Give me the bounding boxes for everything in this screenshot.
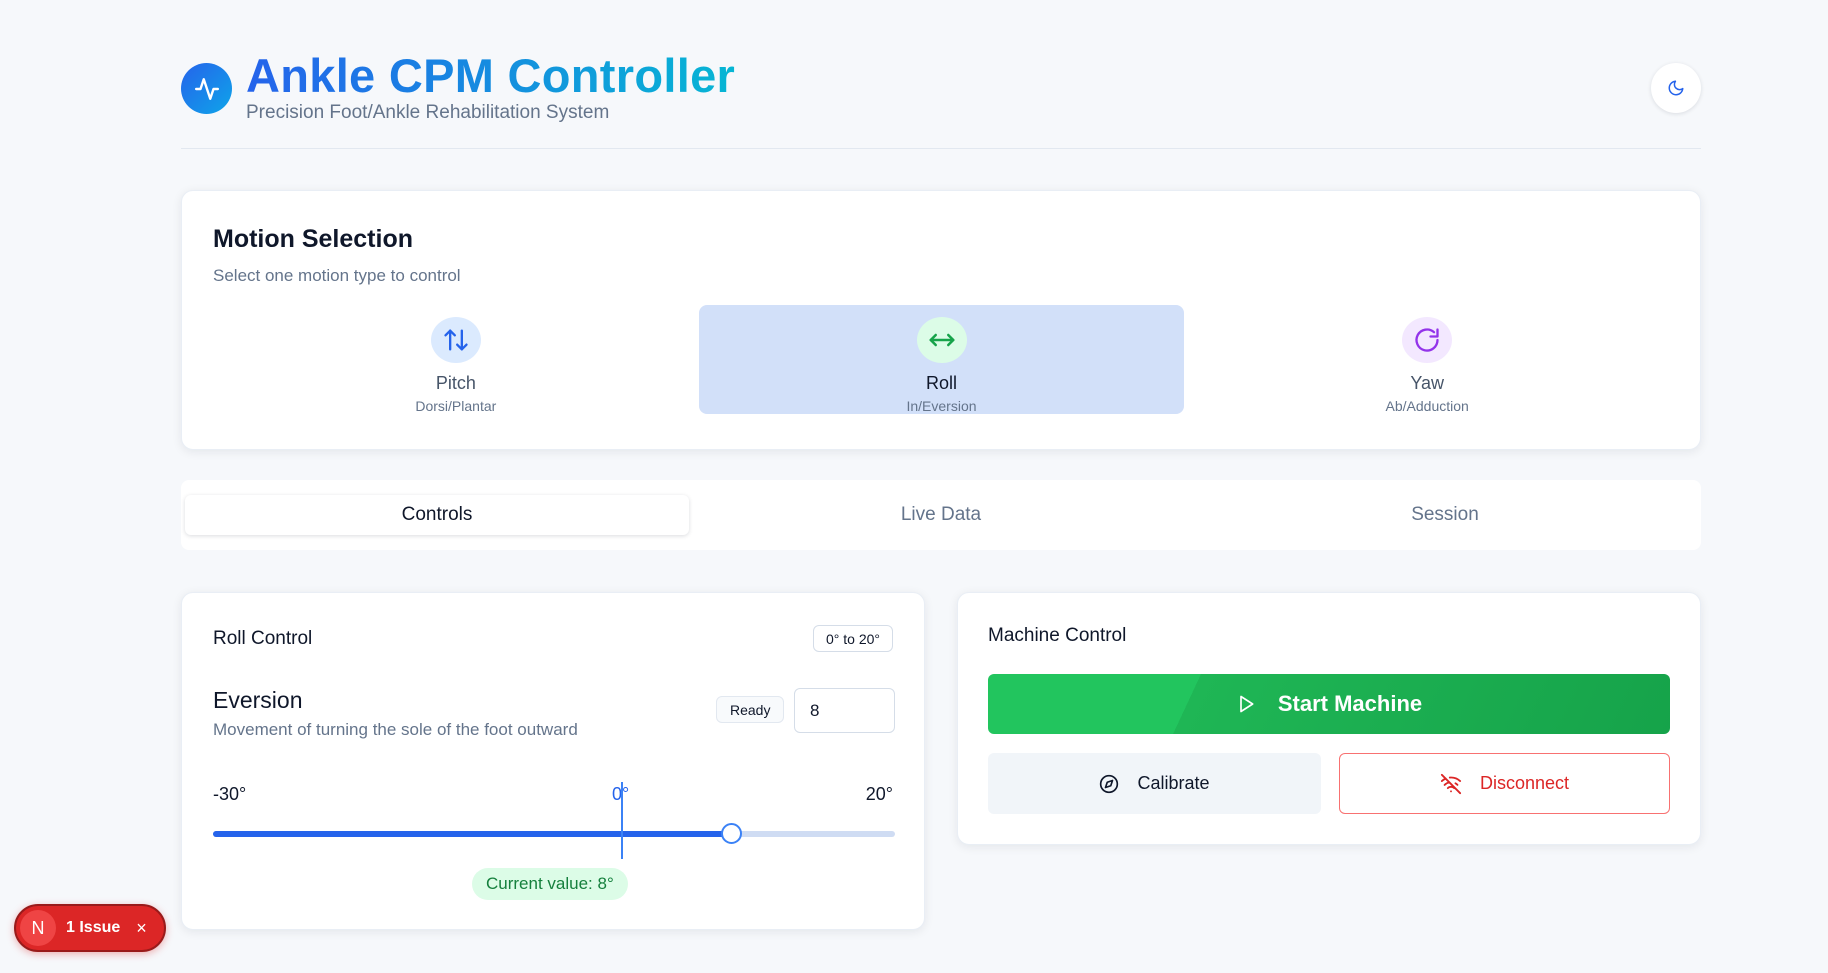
zero-marker-line (621, 782, 623, 859)
page-subtitle: Precision Foot/Ankle Rehabilitation Syst… (246, 102, 610, 123)
motion-option-sublabel: Dorsi/Plantar (415, 398, 497, 414)
motion-option-label: Yaw (1410, 373, 1445, 393)
motion-option-pitch[interactable]: Pitch Dorsi/Plantar (213, 305, 699, 414)
tab-session[interactable]: Session (1193, 495, 1697, 535)
roll-control-title: Roll Control (213, 628, 313, 649)
disconnect-button[interactable]: Disconnect (1339, 753, 1670, 814)
issue-count-button[interactable]: 1 Issue (66, 919, 120, 937)
angle-slider-thumb[interactable] (721, 823, 743, 844)
angle-slider-track[interactable] (213, 831, 895, 837)
current-value-badge: Current value: 8° (472, 868, 628, 900)
play-icon (1240, 695, 1254, 713)
status-badge: Ready (716, 696, 785, 723)
motion-selection-description: Select one motion type to control (213, 266, 461, 285)
machine-control-title: Machine Control (988, 625, 1127, 646)
roll-control-card: Roll Control 0° to 20° Eversion Movement… (181, 592, 925, 930)
machine-control-card: Machine Control Start Machine Calibrate … (957, 592, 1701, 845)
app-container: Ankle CPM Controller Precision Foot/Ankl… (181, 0, 1701, 930)
angle-slider-fill (213, 831, 732, 837)
compass-icon (1100, 774, 1119, 793)
activity-icon (181, 63, 232, 114)
tab-controls[interactable]: Controls (185, 495, 689, 535)
close-icon[interactable]: × (136, 918, 147, 939)
wifi-off-icon (1440, 773, 1462, 794)
motion-name: Eversion (213, 687, 303, 713)
moon-icon (1668, 80, 1684, 96)
motion-option-label: Pitch (435, 373, 476, 393)
start-machine-label: Start Machine (1277, 691, 1423, 716)
page-title: Ankle CPM Controller (246, 49, 736, 102)
calibrate-label: Calibrate (1137, 773, 1210, 793)
slider-min-label: -30° (213, 784, 247, 804)
motion-description: Movement of turning the sole of the foot… (213, 720, 578, 739)
rotate-cw-icon (1402, 317, 1453, 363)
issue-indicator: N 1 Issue × (14, 904, 166, 952)
motion-option-group: Pitch Dorsi/Plantar Roll In/Eversion Yaw… (213, 299, 1670, 420)
range-badge: 0° to 20° (812, 625, 893, 652)
issue-avatar: N (20, 910, 56, 946)
motion-selection-title: Motion Selection (213, 225, 413, 253)
calibrate-button[interactable]: Calibrate (988, 753, 1321, 814)
tab-live-data[interactable]: Live Data (689, 495, 1193, 535)
disconnect-label: Disconnect (1479, 773, 1570, 793)
motion-option-yaw[interactable]: Yaw Ab/Adduction (1184, 305, 1670, 414)
motion-option-sublabel: Ab/Adduction (1385, 398, 1469, 414)
angle-value-input[interactable] (794, 688, 895, 733)
main-tabs: Controls Live Data Session (181, 480, 1701, 550)
app-header: Ankle CPM Controller Precision Foot/Ankl… (181, 0, 1701, 149)
theme-toggle-button[interactable] (1651, 63, 1701, 113)
start-machine-button[interactable]: Start Machine (988, 674, 1670, 734)
arrows-up-down-icon (430, 317, 481, 363)
arrows-left-right-icon (916, 317, 967, 363)
motion-selection-card: Motion Selection Select one motion type … (181, 190, 1701, 450)
motion-option-roll[interactable]: Roll In/Eversion (698, 305, 1185, 414)
motion-option-sublabel: In/Eversion (906, 398, 977, 414)
slider-max-label: 20° (865, 784, 893, 804)
motion-option-label: Roll (926, 373, 958, 393)
